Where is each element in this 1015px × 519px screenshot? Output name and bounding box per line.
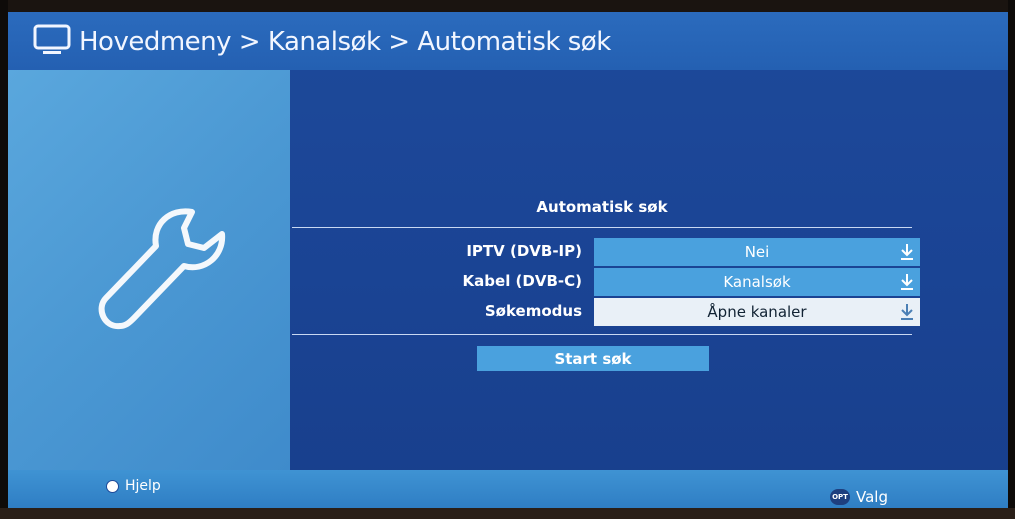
tv-icon [33,24,71,60]
row-value: Kanalsøk [723,273,791,291]
breadcrumb-text: Hovedmeny > Kanalsøk > Automatisk søk [79,27,611,57]
row-label: Kabel (DVB-C) [462,272,582,290]
options-label: Valg [856,488,888,506]
row-label: IPTV (DVB-IP) [466,242,582,260]
help-button-icon [106,479,119,493]
row-kabel[interactable]: Kabel (DVB-C) Kanalsøk [292,268,922,296]
row-sokemodus[interactable]: Søkemodus Åpne kanaler [292,298,922,326]
sokemodus-select[interactable]: Åpne kanaler [594,298,920,326]
help-hint[interactable]: Hjelp [106,478,161,494]
footer-bar: Hjelp OPT Valg [8,470,1008,508]
help-label: Hjelp [125,478,161,494]
row-value: Åpne kanaler [707,303,807,321]
tv-stand-area [0,508,1015,519]
kabel-select[interactable]: Kanalsøk [594,268,920,296]
tv-bezel-left [0,0,8,519]
row-value: Nei [744,243,770,261]
row-label: Søkemodus [484,302,582,320]
start-search-button[interactable]: Start søk [477,346,709,371]
download-icon [900,303,914,325]
dialog-title: Automatisk søk [536,198,668,216]
download-icon [900,243,914,265]
divider [292,334,912,335]
opt-key-icon: OPT [830,489,850,505]
iptv-select[interactable]: Nei [594,238,920,266]
tv-bezel-right [1008,0,1015,519]
wrench-icon [94,200,234,354]
tv-screen: Hovedmeny > Kanalsøk > Automatisk søk Au… [8,12,1008,508]
header-bar: Hovedmeny > Kanalsøk > Automatisk søk [8,12,1008,70]
options-hint[interactable]: OPT Valg [830,488,888,506]
row-iptv[interactable]: IPTV (DVB-IP) Nei [292,238,922,266]
left-panel [8,70,290,470]
download-icon [900,273,914,295]
divider [292,227,912,228]
breadcrumb: Hovedmeny > Kanalsøk > Automatisk søk [33,24,611,60]
